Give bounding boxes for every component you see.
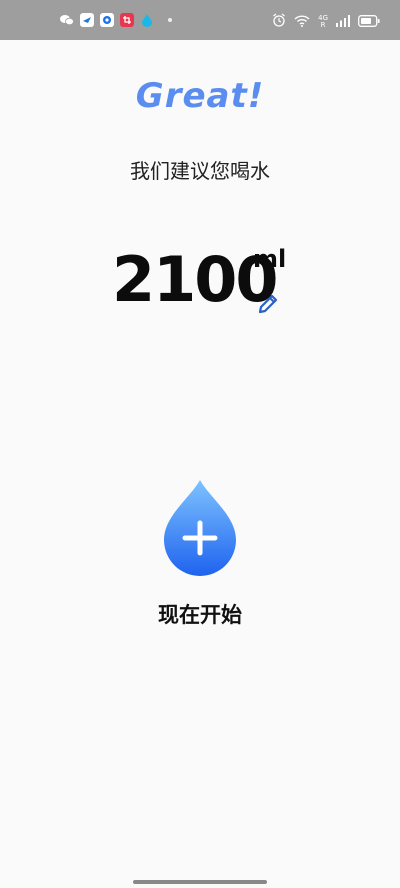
- cellular-signal-icon: [336, 12, 350, 31]
- system-status-icons: 4G R: [272, 12, 380, 31]
- notification-icons: [60, 13, 172, 27]
- start-now-label[interactable]: 现在开始: [0, 599, 400, 629]
- wifi-icon: [294, 12, 310, 31]
- bird-app-icon: [80, 13, 94, 27]
- great-title: Great!: [135, 76, 265, 116]
- status-bar: 4G R: [0, 0, 400, 40]
- alarm-icon: [272, 12, 286, 31]
- droplet-app-icon: [140, 13, 154, 27]
- water-goal: 2100 ml: [112, 245, 312, 325]
- battery-icon: [358, 12, 380, 31]
- edit-icon[interactable]: [257, 293, 279, 315]
- crop-app-icon: [120, 13, 134, 27]
- wechat-icon: [60, 13, 74, 27]
- add-water-button[interactable]: [162, 478, 238, 578]
- water-amount: 2100: [112, 243, 279, 316]
- home-indicator[interactable]: [133, 880, 267, 884]
- water-unit: ml: [253, 245, 287, 273]
- network-type: 4G R: [318, 14, 328, 29]
- recommendation-text: 我们建议您喝水: [130, 159, 270, 183]
- more-notifications-dot: [168, 18, 172, 22]
- water-drop-plus-icon[interactable]: [162, 478, 238, 578]
- blue-app-icon: [100, 13, 114, 27]
- roaming-label: R: [320, 20, 326, 29]
